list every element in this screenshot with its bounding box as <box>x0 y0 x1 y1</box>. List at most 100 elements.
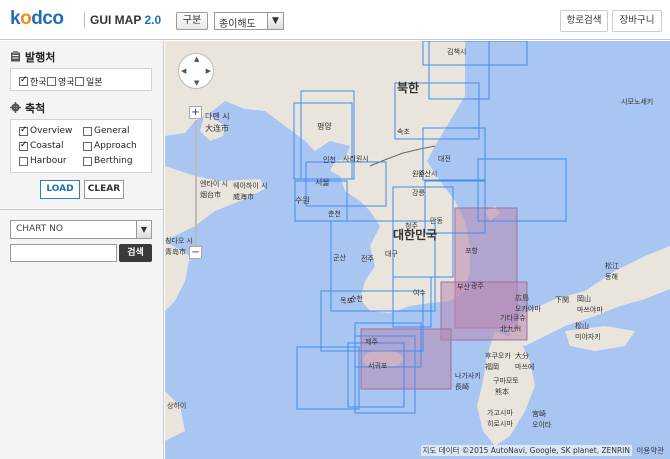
map-type-select[interactable]: 종이해도 ▼ <box>214 12 284 30</box>
map-place-label: 威海市 <box>233 193 254 201</box>
map-place-label: 青岛市 <box>165 248 186 256</box>
scale-label: Coastal <box>30 141 64 151</box>
map-place-label: 순천 <box>350 295 363 303</box>
map-place-label: 広島 <box>515 294 529 302</box>
map-place-label: 오이타 <box>532 421 552 429</box>
scale-label: Berthing <box>94 156 133 166</box>
map-place-label: 광주 <box>471 282 484 290</box>
chart-no-select[interactable]: CHART NO ▼ <box>10 220 152 239</box>
publisher-label: 일본 <box>86 78 103 88</box>
map-copyright: 지도 데이터 ©2015 AutoNavi, Google, SK planet… <box>420 445 632 456</box>
map-place-label: 칭다오 시 <box>165 237 193 245</box>
kodco-logo[interactable]: kodco <box>10 8 64 30</box>
map-place-label: 사리원시 <box>343 155 369 163</box>
logo-text-prefix: k <box>10 8 21 29</box>
zoom-slider[interactable] <box>195 120 197 246</box>
map-place-label: 원산시 <box>418 170 438 178</box>
map-place-label: 나가사키 <box>455 372 481 380</box>
logo-text-o: o <box>20 8 32 29</box>
scale-checkbox-coastal[interactable]: Coastal <box>19 140 64 151</box>
map-place-label: 長崎 <box>455 383 469 391</box>
zoom-out-button[interactable]: − <box>189 246 202 259</box>
map-place-label: 북한 <box>397 81 420 95</box>
map-place-label: 강릉 <box>412 189 425 197</box>
category-button[interactable]: 구분 <box>176 12 208 30</box>
map-place-label: 서귀포 <box>368 362 388 370</box>
map-place-label: 안동 <box>430 217 443 225</box>
scale-checkbox-berthing[interactable]: Berthing <box>83 156 133 166</box>
publisher-checkbox-japan[interactable]: 일본 <box>75 75 103 88</box>
publisher-section-title: 발행처 <box>10 49 55 65</box>
map-place-label: 수원 <box>295 196 310 205</box>
publisher-checkbox-korea[interactable]: 한국 <box>19 75 47 88</box>
scale-label: Overview <box>30 126 73 136</box>
map-place-label: 가고시마 <box>487 409 513 417</box>
pan-right-icon[interactable]: ▶ <box>206 67 211 75</box>
map-place-label: 김책시 <box>447 48 467 56</box>
scale-title-text: 축척 <box>25 102 46 115</box>
clear-button[interactable]: CLEAR <box>84 180 124 199</box>
scale-box: Overview General Coastal Approach Harbou… <box>10 119 152 173</box>
chevron-down-icon: ▼ <box>267 13 283 29</box>
zoom-in-button[interactable]: + <box>189 106 202 119</box>
route-search-button[interactable]: 항로검색 <box>560 10 608 32</box>
map-place-label: 제주 <box>365 338 378 346</box>
map-place-label: 岡山 <box>577 295 591 303</box>
sidebar-divider <box>0 209 163 210</box>
map-place-label: 대전 <box>438 155 451 163</box>
map-place-label: 속초 <box>397 128 410 136</box>
map-place-label: 웨이하이 시 <box>233 182 268 190</box>
map-place-label: 동해 <box>605 273 618 281</box>
map-place-label: 大连市 <box>205 124 229 133</box>
map-place-label: 福岡 <box>485 363 499 371</box>
pan-down-icon[interactable]: ▼ <box>194 79 199 87</box>
checkbox-icon <box>83 141 92 151</box>
scale-checkbox-overview[interactable]: Overview <box>19 125 73 136</box>
map-place-label: 청주 <box>405 222 418 230</box>
checkbox-icon <box>75 77 84 86</box>
map-place-label: 평양 <box>317 122 332 131</box>
app-title-text: GUI MAP <box>90 13 142 27</box>
checkbox-checked-icon <box>19 125 28 136</box>
map-view[interactable]: 북한 대한민국 평양 서울 인천 수원 춘천 원주 강릉 원산시 속초 대전 대구 포항 광주 목포 순천 여수 제… <box>165 41 670 459</box>
scale-checkbox-approach[interactable]: Approach <box>83 141 137 151</box>
map-type-selected: 종이해도 <box>219 19 256 30</box>
map-pan-control[interactable]: ▲ ▼ ◀ ▶ <box>178 53 214 89</box>
scale-label: Approach <box>94 141 137 151</box>
scale-checkbox-harbour[interactable]: Harbour <box>19 156 67 166</box>
top-header: kodco GUI MAP 2.0 구분 종이해도 ▼ 항로검색 장바구니 <box>0 0 670 40</box>
map-place-label: 여수 <box>413 289 426 297</box>
map-place-label: 松山 <box>575 322 589 330</box>
map-place-label: 후쿠오카 <box>485 352 511 360</box>
scale-checkbox-general[interactable]: General <box>83 126 129 136</box>
scale-label: General <box>94 126 130 136</box>
chart-search-input[interactable] <box>10 244 117 262</box>
map-place-label: 北九州 <box>500 325 521 333</box>
app-title: GUI MAP 2.0 <box>90 13 161 27</box>
publisher-label: 영국 <box>58 78 75 88</box>
gear-icon <box>10 102 21 113</box>
scale-label: Harbour <box>30 156 67 166</box>
map-place-label: 마쓰야마 <box>577 306 603 314</box>
map-terms-link[interactable]: 이용약관 <box>636 445 664 456</box>
publisher-label: 한국 <box>30 78 47 88</box>
chart-no-selected: CHART NO <box>16 224 63 234</box>
publisher-checkbox-uk[interactable]: 영국 <box>47 75 75 88</box>
publisher-title-text: 발행처 <box>25 51 56 64</box>
map-place-label: 마쓰에 <box>515 363 535 371</box>
map-place-label: 구마모토 <box>493 377 519 385</box>
pan-left-icon[interactable]: ◀ <box>181 67 186 75</box>
map-place-label: 기타큐슈 <box>500 314 526 322</box>
checkbox-icon <box>47 77 56 86</box>
map-place-label: 宮崎 <box>532 410 546 418</box>
map-canvas <box>165 41 670 459</box>
sidebar: 발행처 한국 영국 일본 축척 Overview General Coastal… <box>0 41 164 459</box>
pan-up-icon[interactable]: ▲ <box>194 55 199 63</box>
map-place-label: 大分 <box>515 352 529 360</box>
search-button[interactable]: 검색 <box>119 244 152 262</box>
load-button[interactable]: LOAD <box>40 180 80 199</box>
map-place-label: 서울 <box>315 178 330 187</box>
checkbox-checked-icon <box>19 140 28 151</box>
cart-button[interactable]: 장바구니 <box>612 10 662 32</box>
scale-section-title: 축척 <box>10 100 45 116</box>
